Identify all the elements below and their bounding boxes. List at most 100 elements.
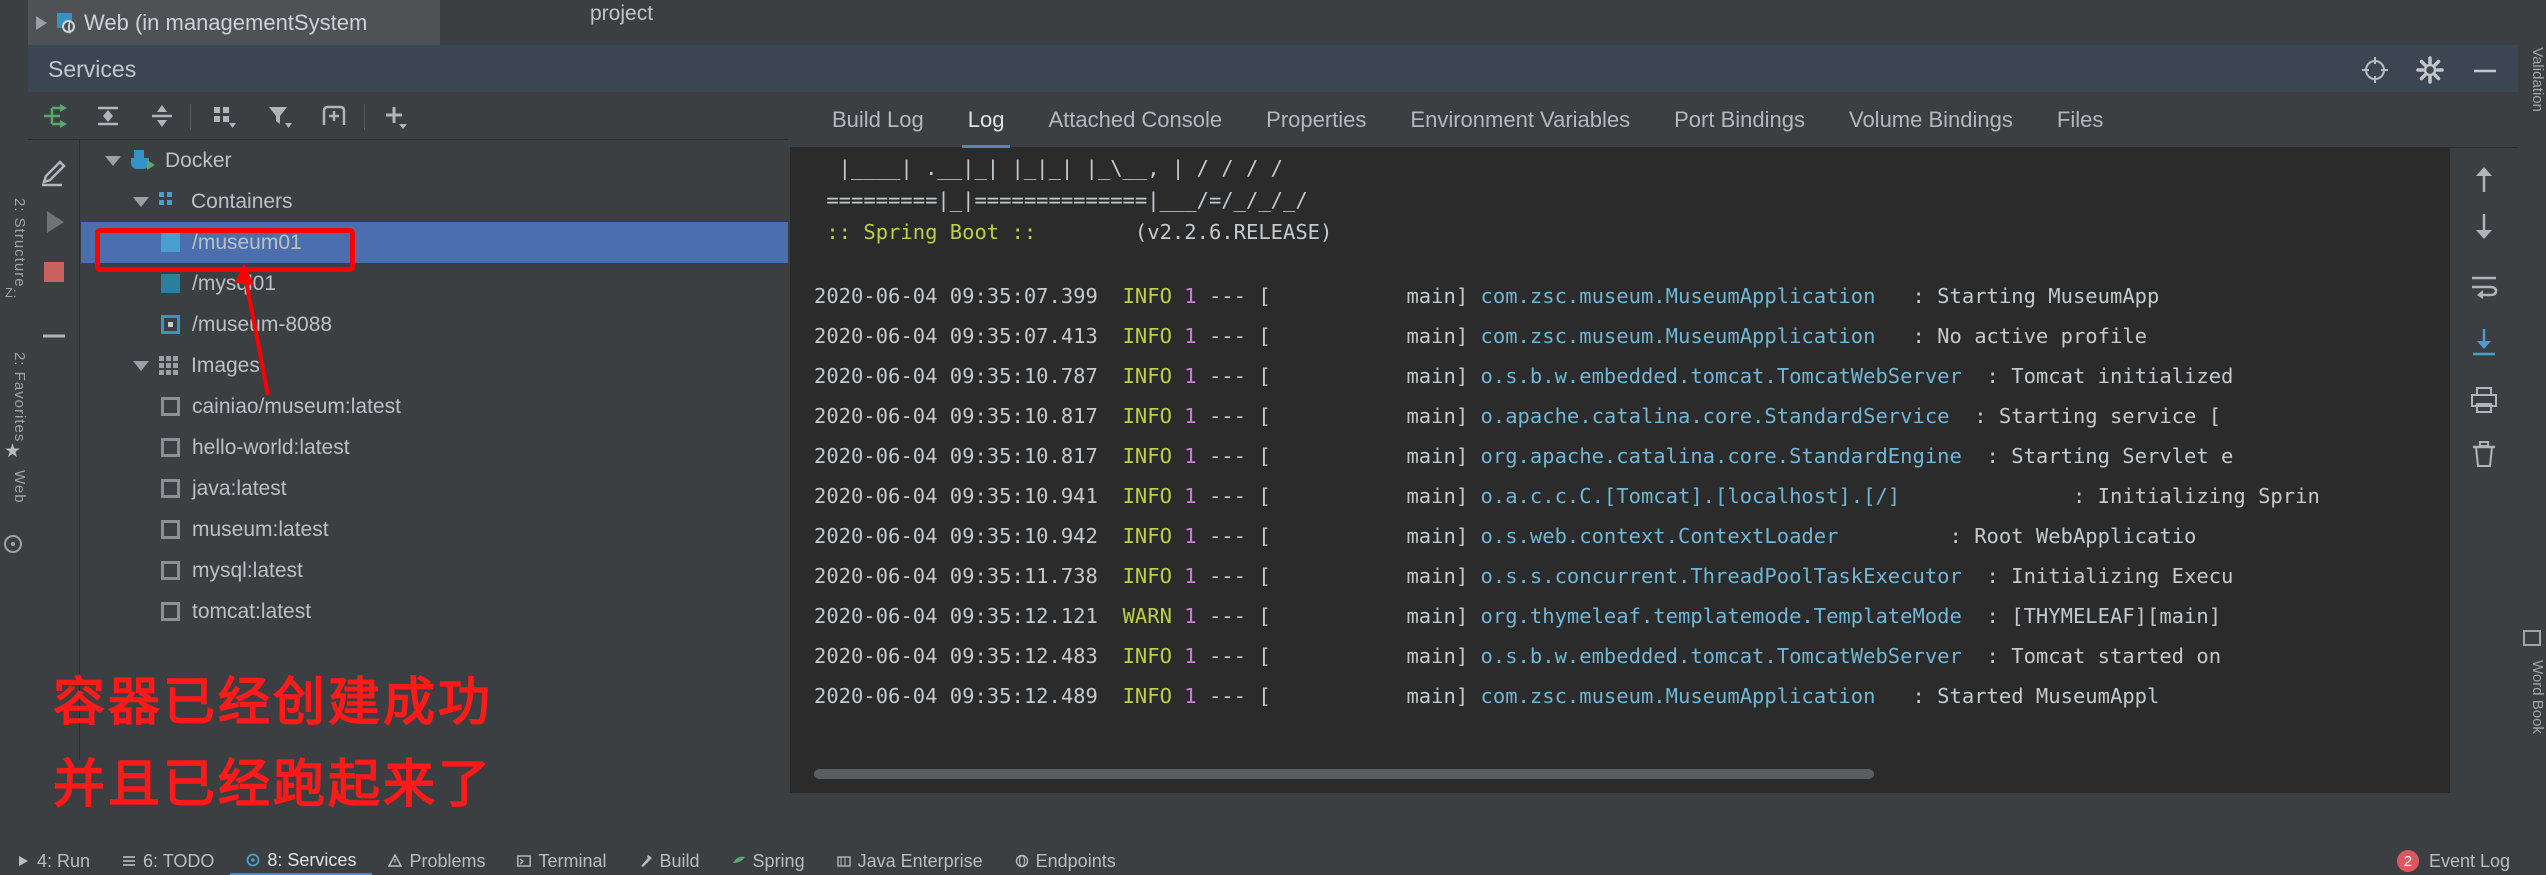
log-level: INFO xyxy=(1122,564,1172,588)
tab-port-bindings[interactable]: Port Bindings xyxy=(1652,92,1827,148)
status-item-terminal[interactable]: Terminal xyxy=(501,851,622,872)
collapse-all-icon[interactable] xyxy=(146,101,178,131)
soft-wrap-icon[interactable] xyxy=(2468,270,2500,302)
tree-node-container-museum01[interactable]: /museum01 xyxy=(81,222,788,263)
containers-grid-icon xyxy=(159,191,181,212)
tree-node-image[interactable]: mysql:latest xyxy=(81,550,788,591)
image-label: tomcat:latest xyxy=(192,599,312,623)
image-label: hello-world:latest xyxy=(192,435,350,459)
log-horizontal-scrollbar[interactable] xyxy=(814,769,1874,779)
log-thread: main] xyxy=(1270,444,1469,468)
log-output[interactable]: |____| .__|_| |_|_| |_\__, | / / / / ===… xyxy=(790,148,2450,793)
scroll-down-icon[interactable] xyxy=(2468,210,2500,242)
scroll-up-icon[interactable] xyxy=(2468,164,2500,196)
add-tab-icon[interactable] xyxy=(318,101,350,131)
tab-attached-console[interactable]: Attached Console xyxy=(1026,92,1244,148)
status-item-problems[interactable]: Problems xyxy=(372,851,501,872)
expand-all-icon[interactable] xyxy=(92,101,124,131)
tree-node-image[interactable]: museum:latest xyxy=(81,509,788,550)
tree-node-container-museum-8088[interactable]: /museum-8088 xyxy=(81,304,788,345)
status-item-build[interactable]: Build xyxy=(623,851,716,872)
tree-node-docker[interactable]: Docker xyxy=(81,140,788,181)
log-timestamp: 2020-06-04 09:35:12.483 xyxy=(814,644,1098,668)
log-dash: --- [ xyxy=(1208,444,1271,468)
status-item-todo[interactable]: 6: TODO xyxy=(106,851,230,872)
services-title: Services xyxy=(48,56,137,82)
status-item-problems-label: Problems xyxy=(409,850,486,871)
tree-node-image[interactable]: hello-world:latest xyxy=(81,427,788,468)
status-item-run[interactable]: 4: Run xyxy=(0,851,106,872)
log-message: : [THYMELEAF][main] xyxy=(1986,604,2222,628)
log-level: INFO xyxy=(1122,444,1172,468)
log-thread: main] xyxy=(1270,404,1469,428)
log-timestamp: 2020-06-04 09:35:12.121 xyxy=(814,604,1098,628)
delete-icon[interactable] xyxy=(2468,438,2500,470)
spring-boot-marker: :: Spring Boot :: xyxy=(814,220,1049,244)
log-message: : No active profile xyxy=(1912,324,2148,348)
log-line: 2020-06-04 09:35:07.399 INFO 1 --- [ mai… xyxy=(814,276,2159,316)
container-running-icon xyxy=(161,233,180,252)
log-logger: com.zsc.museum.MuseumApplication xyxy=(1480,684,1876,708)
chevron-down-icon xyxy=(133,360,149,371)
tab-build-log[interactable]: Build Log xyxy=(810,92,946,148)
tab-properties[interactable]: Properties xyxy=(1244,92,1388,148)
rail-item-favorites[interactable]: 2: Favorites xyxy=(0,352,28,442)
status-bar: 4: Run 6: TODO 8: Services Problems Term… xyxy=(0,847,2546,875)
tree-node-image[interactable]: java:latest xyxy=(81,468,788,509)
log-logger: o.a.c.c.C.[Tomcat].[localhost].[/] xyxy=(1480,484,1901,508)
tab-volume-bindings[interactable]: Volume Bindings xyxy=(1827,92,2035,148)
scroll-to-end-icon[interactable] xyxy=(2468,326,2500,358)
log-logger: o.apache.catalina.core.StandardService xyxy=(1480,404,1950,428)
container-running-icon xyxy=(161,274,180,293)
editor-tab-web[interactable]: Web (in managementSystem xyxy=(28,0,440,45)
minus-icon[interactable] xyxy=(38,320,70,352)
log-dash: --- [ xyxy=(1208,524,1271,548)
stop-icon[interactable] xyxy=(38,256,70,288)
todo-icon xyxy=(123,856,136,866)
tree-node-images[interactable]: Images xyxy=(81,345,788,386)
log-line: 2020-06-04 09:35:07.413 INFO 1 --- [ mai… xyxy=(814,316,2147,356)
run-configuration-icon[interactable] xyxy=(38,101,70,131)
log-dash: --- [ xyxy=(1208,484,1271,508)
log-level: INFO xyxy=(1122,484,1172,508)
locate-target-icon[interactable] xyxy=(2360,55,2390,85)
image-icon xyxy=(161,438,180,457)
filter-icon[interactable] xyxy=(264,101,296,131)
build-icon xyxy=(640,855,652,867)
annotation-line-2: 并且已经跑起来了 xyxy=(53,756,494,814)
tree-node-container-mysql01[interactable]: /mysql01 xyxy=(81,263,788,304)
add-service-icon[interactable] xyxy=(380,101,412,131)
tree-node-containers[interactable]: Containers xyxy=(81,181,788,222)
tab-files[interactable]: Files xyxy=(2035,92,2125,148)
log-tab-bar: Build Log Log Attached Console Propertie… xyxy=(790,92,2518,148)
tree-node-images-label: Images xyxy=(191,353,260,377)
log-dash: --- [ xyxy=(1208,284,1271,308)
rail-item-web[interactable]: Web xyxy=(0,470,28,504)
status-item-endpoints[interactable]: Endpoints xyxy=(999,851,1132,872)
tab-environment-variables[interactable]: Environment Variables xyxy=(1388,92,1652,148)
group-by-icon[interactable] xyxy=(208,101,240,131)
edit-configuration-icon[interactable] xyxy=(38,156,70,188)
log-pid: 1 xyxy=(1184,644,1197,668)
status-item-java-enterprise[interactable]: Java Enterprise xyxy=(821,851,999,872)
status-item-services[interactable]: 8: Services xyxy=(230,847,373,875)
log-timestamp: 2020-06-04 09:35:10.787 xyxy=(814,364,1098,388)
chevron-right-icon xyxy=(36,15,47,30)
event-log-label[interactable]: Event Log xyxy=(2429,851,2510,872)
gear-icon[interactable] xyxy=(2415,55,2445,85)
status-item-spring[interactable]: Spring xyxy=(716,851,821,872)
tree-node-image[interactable]: tomcat:latest xyxy=(81,591,788,632)
rail-item-structure[interactable]: 2: Structure xyxy=(0,198,28,288)
log-timestamp: 2020-06-04 09:35:07.413 xyxy=(814,324,1098,348)
rail-item-word-book[interactable]: Word Book xyxy=(2518,660,2546,734)
ide-window: Z: 2: Structure 2: Favorites ★ Web Bean … xyxy=(0,0,2546,875)
minimize-icon[interactable] xyxy=(2470,55,2500,85)
run-icon[interactable] xyxy=(38,206,70,238)
tree-node-image[interactable]: cainiao/museum:latest xyxy=(81,386,788,427)
log-thread: main] xyxy=(1270,324,1469,348)
log-pid: 1 xyxy=(1184,684,1197,708)
print-icon[interactable] xyxy=(2468,384,2500,416)
tab-log[interactable]: Log xyxy=(946,92,1027,148)
log-line: 2020-06-04 09:35:10.942 INFO 1 --- [ mai… xyxy=(814,516,2196,556)
log-thread: main] xyxy=(1270,684,1469,708)
